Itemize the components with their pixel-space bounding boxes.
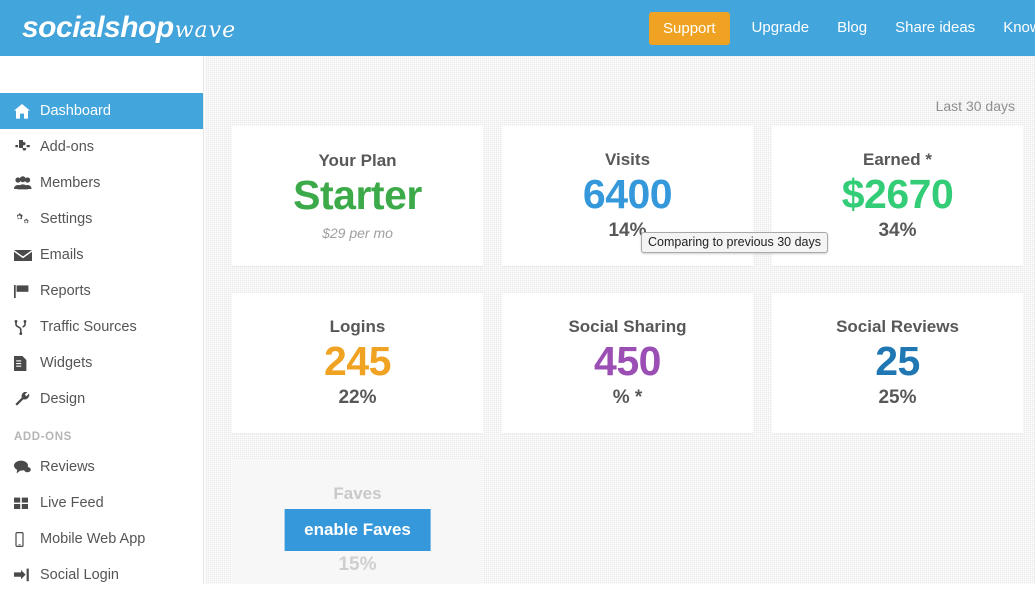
grid-icon (14, 497, 40, 510)
stats-card-grid: Your Plan Starter $29 per mo Visits 6400… (232, 126, 1035, 584)
card-subvalue: $29 per mo (322, 224, 393, 241)
nav-support-button[interactable]: Support (649, 11, 730, 45)
sidebar-item-label: Add-ons (40, 138, 95, 155)
sidebar-item-label: Mobile Web App (40, 530, 146, 547)
envelope-icon (14, 249, 40, 262)
card-value: 450 (594, 338, 661, 385)
gears-icon (14, 212, 40, 227)
sidebar-item-label: Traffic Sources (40, 318, 137, 335)
card-subvalue: 15% (338, 553, 377, 575)
sidebar-item-social-login[interactable]: Social Login (0, 557, 203, 593)
stat-card-your-plan[interactable]: Your Plan Starter $29 per mo (232, 126, 483, 266)
puzzle-icon (14, 139, 40, 155)
sidebar-item-label: Reports (40, 282, 91, 299)
flag-icon (14, 284, 40, 298)
card-subvalue[interactable]: % * (613, 387, 643, 409)
sidebar-item-design[interactable]: Design (0, 381, 203, 417)
document-icon (14, 355, 40, 371)
mobile-icon (14, 531, 40, 547)
sidebar-item-mobile-web-app[interactable]: Mobile Web App (0, 521, 203, 557)
users-icon (14, 176, 40, 190)
sidebar-item-reports[interactable]: Reports (0, 273, 203, 309)
top-navigation: Support Upgrade Blog Share ideas Knowled… (649, 0, 1035, 56)
card-value: 6400 (582, 171, 673, 218)
sidebar-item-label: Live Feed (40, 494, 104, 511)
sidebar-item-label: Social Login (40, 566, 119, 583)
wrench-icon (14, 391, 40, 407)
card-title: Faves (333, 484, 382, 504)
card-value: 25 (875, 338, 920, 385)
card-subvalue[interactable]: 25% (878, 387, 916, 409)
sidebar-top-spacer (0, 56, 203, 93)
home-icon (14, 103, 40, 119)
sidebar-item-add-ons[interactable]: Add-ons (0, 129, 203, 165)
stat-card-social-sharing[interactable]: Social Sharing 450 % * (502, 293, 753, 433)
main-content: Last 30 days Your Plan Starter $29 per m… (205, 56, 1035, 584)
sidebar-item-reviews[interactable]: Reviews (0, 449, 203, 485)
brand-logo-sub: wave (174, 18, 237, 43)
nav-knowledge-base-link[interactable]: Knowledge base (989, 0, 1035, 56)
sidebar-item-emails[interactable]: Emails (0, 237, 203, 273)
sitemap-icon (14, 319, 40, 335)
card-title: Your Plan (318, 151, 397, 171)
signin-icon (14, 568, 40, 582)
stat-card-faves[interactable]: Faves 650 15% enable Faves (232, 460, 483, 584)
enable-faves-button[interactable]: enable Faves (284, 509, 431, 551)
sidebar-section-addons: ADD-ONS (14, 431, 72, 443)
sidebar: Dashboard Add-ons Members Settings Email… (0, 56, 204, 584)
card-title: Social Reviews (836, 317, 959, 337)
sidebar-item-live-feed[interactable]: Live Feed (0, 485, 203, 521)
stat-card-logins[interactable]: Logins 245 22% (232, 293, 483, 433)
comment-icon (14, 460, 40, 474)
sidebar-item-label: Dashboard (40, 102, 111, 119)
sidebar-item-traffic-sources[interactable]: Traffic Sources (0, 309, 203, 345)
card-value: $2670 (841, 171, 954, 218)
card-value: 245 (324, 338, 391, 385)
brand-logo[interactable]: socialshopwave (22, 13, 236, 43)
sidebar-item-settings[interactable]: Settings (0, 201, 203, 237)
card-subvalue[interactable]: 22% (338, 387, 376, 409)
top-header: socialshopwave Support Upgrade Blog Shar… (0, 0, 1035, 56)
card-value: Starter (293, 172, 422, 219)
sidebar-item-label: Design (40, 390, 86, 407)
nav-share-ideas-link[interactable]: Share ideas (881, 0, 989, 56)
sidebar-item-label: Reviews (40, 458, 95, 475)
sidebar-item-dashboard[interactable]: Dashboard (0, 93, 203, 129)
date-range-label: Last 30 days (935, 98, 1015, 114)
card-title: Logins (329, 317, 386, 337)
brand-logo-main: socialshop (22, 11, 174, 44)
comparison-tooltip: Comparing to previous 30 days (641, 232, 829, 253)
card-title: Social Sharing (568, 317, 687, 337)
sidebar-item-members[interactable]: Members (0, 165, 203, 201)
sidebar-item-label: Settings (40, 210, 93, 227)
sidebar-item-label: Widgets (40, 354, 93, 371)
card-title: Visits (604, 150, 651, 170)
card-title: Earned * (863, 150, 932, 170)
nav-blog-link[interactable]: Blog (823, 0, 881, 56)
sidebar-item-widgets[interactable]: Widgets (0, 345, 203, 381)
card-subvalue[interactable]: 34% (878, 220, 916, 242)
sidebar-item-label: Members (40, 174, 101, 191)
nav-upgrade-link[interactable]: Upgrade (738, 0, 824, 56)
stat-card-social-reviews[interactable]: Social Reviews 25 25% (772, 293, 1023, 433)
sidebar-item-label: Emails (40, 246, 84, 263)
